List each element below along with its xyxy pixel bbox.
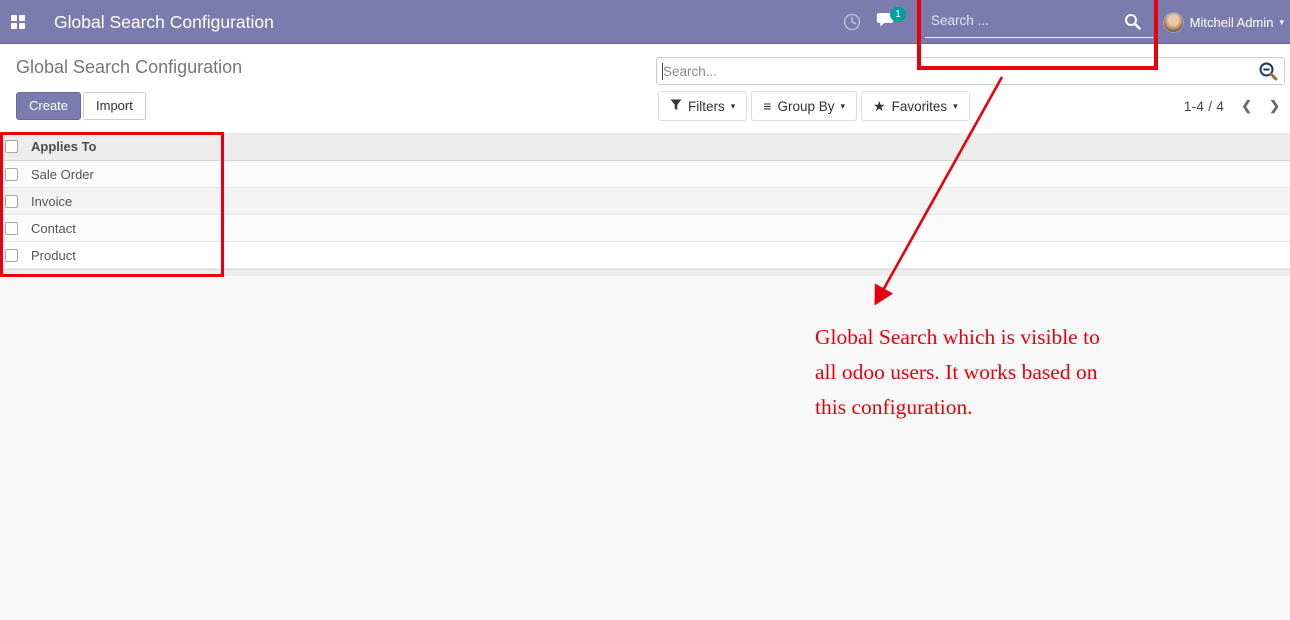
import-button[interactable]: Import	[83, 92, 146, 120]
table-row[interactable]: Invoice	[0, 188, 1290, 215]
pager: 1-4 / 4 ❮ ❯	[1184, 91, 1280, 121]
search-options-icon[interactable]	[1258, 61, 1279, 87]
search-icon[interactable]	[1124, 13, 1141, 35]
chevron-down-icon: ▾	[1279, 18, 1284, 27]
pager-range: 1-4 / 4	[1184, 99, 1224, 114]
column-header-applies-to: Applies To	[31, 139, 96, 154]
table-row[interactable]: Sale Order	[0, 161, 1290, 188]
row-label: Contact	[31, 221, 76, 236]
list-view: Applies To Sale Order Invoice Contact Pr…	[0, 133, 1290, 276]
annotation-line: all odoo users. It works based on	[815, 355, 1100, 390]
row-label: Product	[31, 248, 76, 263]
table-row[interactable]: Contact	[0, 215, 1290, 242]
search-facet-buttons: Filters ▾ ≡ Group By ▾ ★ Favorites ▾	[658, 91, 970, 121]
message-count-badge: 1	[890, 7, 906, 22]
row-checkbox[interactable]	[5, 249, 18, 262]
annotation-text: Global Search which is visible to all od…	[815, 320, 1100, 425]
odoo-screen: Global Search Configuration 1 Mitchell A…	[0, 0, 1290, 620]
activities-clock-icon[interactable]	[842, 12, 864, 32]
group-by-button[interactable]: ≡ Group By ▾	[751, 91, 857, 121]
user-menu[interactable]: Mitchell Admin ▾	[1153, 0, 1290, 44]
pager-previous-icon[interactable]: ❮	[1241, 98, 1252, 114]
row-checkbox[interactable]	[5, 222, 18, 235]
filters-button[interactable]: Filters ▾	[658, 91, 747, 121]
top-navbar: Global Search Configuration 1 Mitchell A…	[0, 0, 1290, 44]
control-panel: Global Search Configuration Create Impor…	[0, 44, 1290, 133]
apps-menu-icon[interactable]	[11, 15, 26, 30]
annotation-line: Global Search which is visible to	[815, 320, 1100, 355]
favorites-button[interactable]: ★ Favorites ▾	[861, 91, 970, 121]
select-all-checkbox[interactable]	[5, 140, 18, 153]
row-checkbox[interactable]	[5, 195, 18, 208]
global-search-box	[925, 5, 1153, 38]
star-icon: ★	[873, 99, 886, 113]
global-search-input[interactable]	[931, 13, 1116, 28]
row-label: Invoice	[31, 194, 72, 209]
group-by-label: Group By	[777, 99, 834, 114]
user-avatar	[1163, 12, 1184, 33]
group-by-icon: ≡	[763, 99, 771, 113]
app-title: Global Search Configuration	[54, 0, 274, 44]
list-search-box	[656, 57, 1285, 85]
filters-label: Filters	[688, 99, 725, 114]
messages-icon[interactable]: 1	[876, 12, 898, 32]
table-row[interactable]: Product	[0, 242, 1290, 269]
table-footer-strip	[0, 269, 1290, 276]
breadcrumb: Global Search Configuration	[16, 57, 242, 78]
favorites-label: Favorites	[892, 99, 948, 114]
pager-next-icon[interactable]: ❯	[1269, 98, 1280, 114]
chevron-down-icon: ▾	[953, 102, 958, 111]
user-name: Mitchell Admin	[1190, 15, 1274, 30]
chevron-down-icon: ▾	[731, 102, 736, 111]
row-label: Sale Order	[31, 167, 94, 182]
create-button[interactable]: Create	[16, 92, 81, 120]
row-checkbox[interactable]	[5, 168, 18, 181]
chevron-down-icon: ▾	[840, 102, 845, 111]
filter-funnel-icon	[670, 99, 682, 114]
table-header-row: Applies To	[0, 133, 1290, 161]
list-search-input[interactable]	[663, 59, 1223, 83]
annotation-line: this configuration.	[815, 390, 1100, 425]
